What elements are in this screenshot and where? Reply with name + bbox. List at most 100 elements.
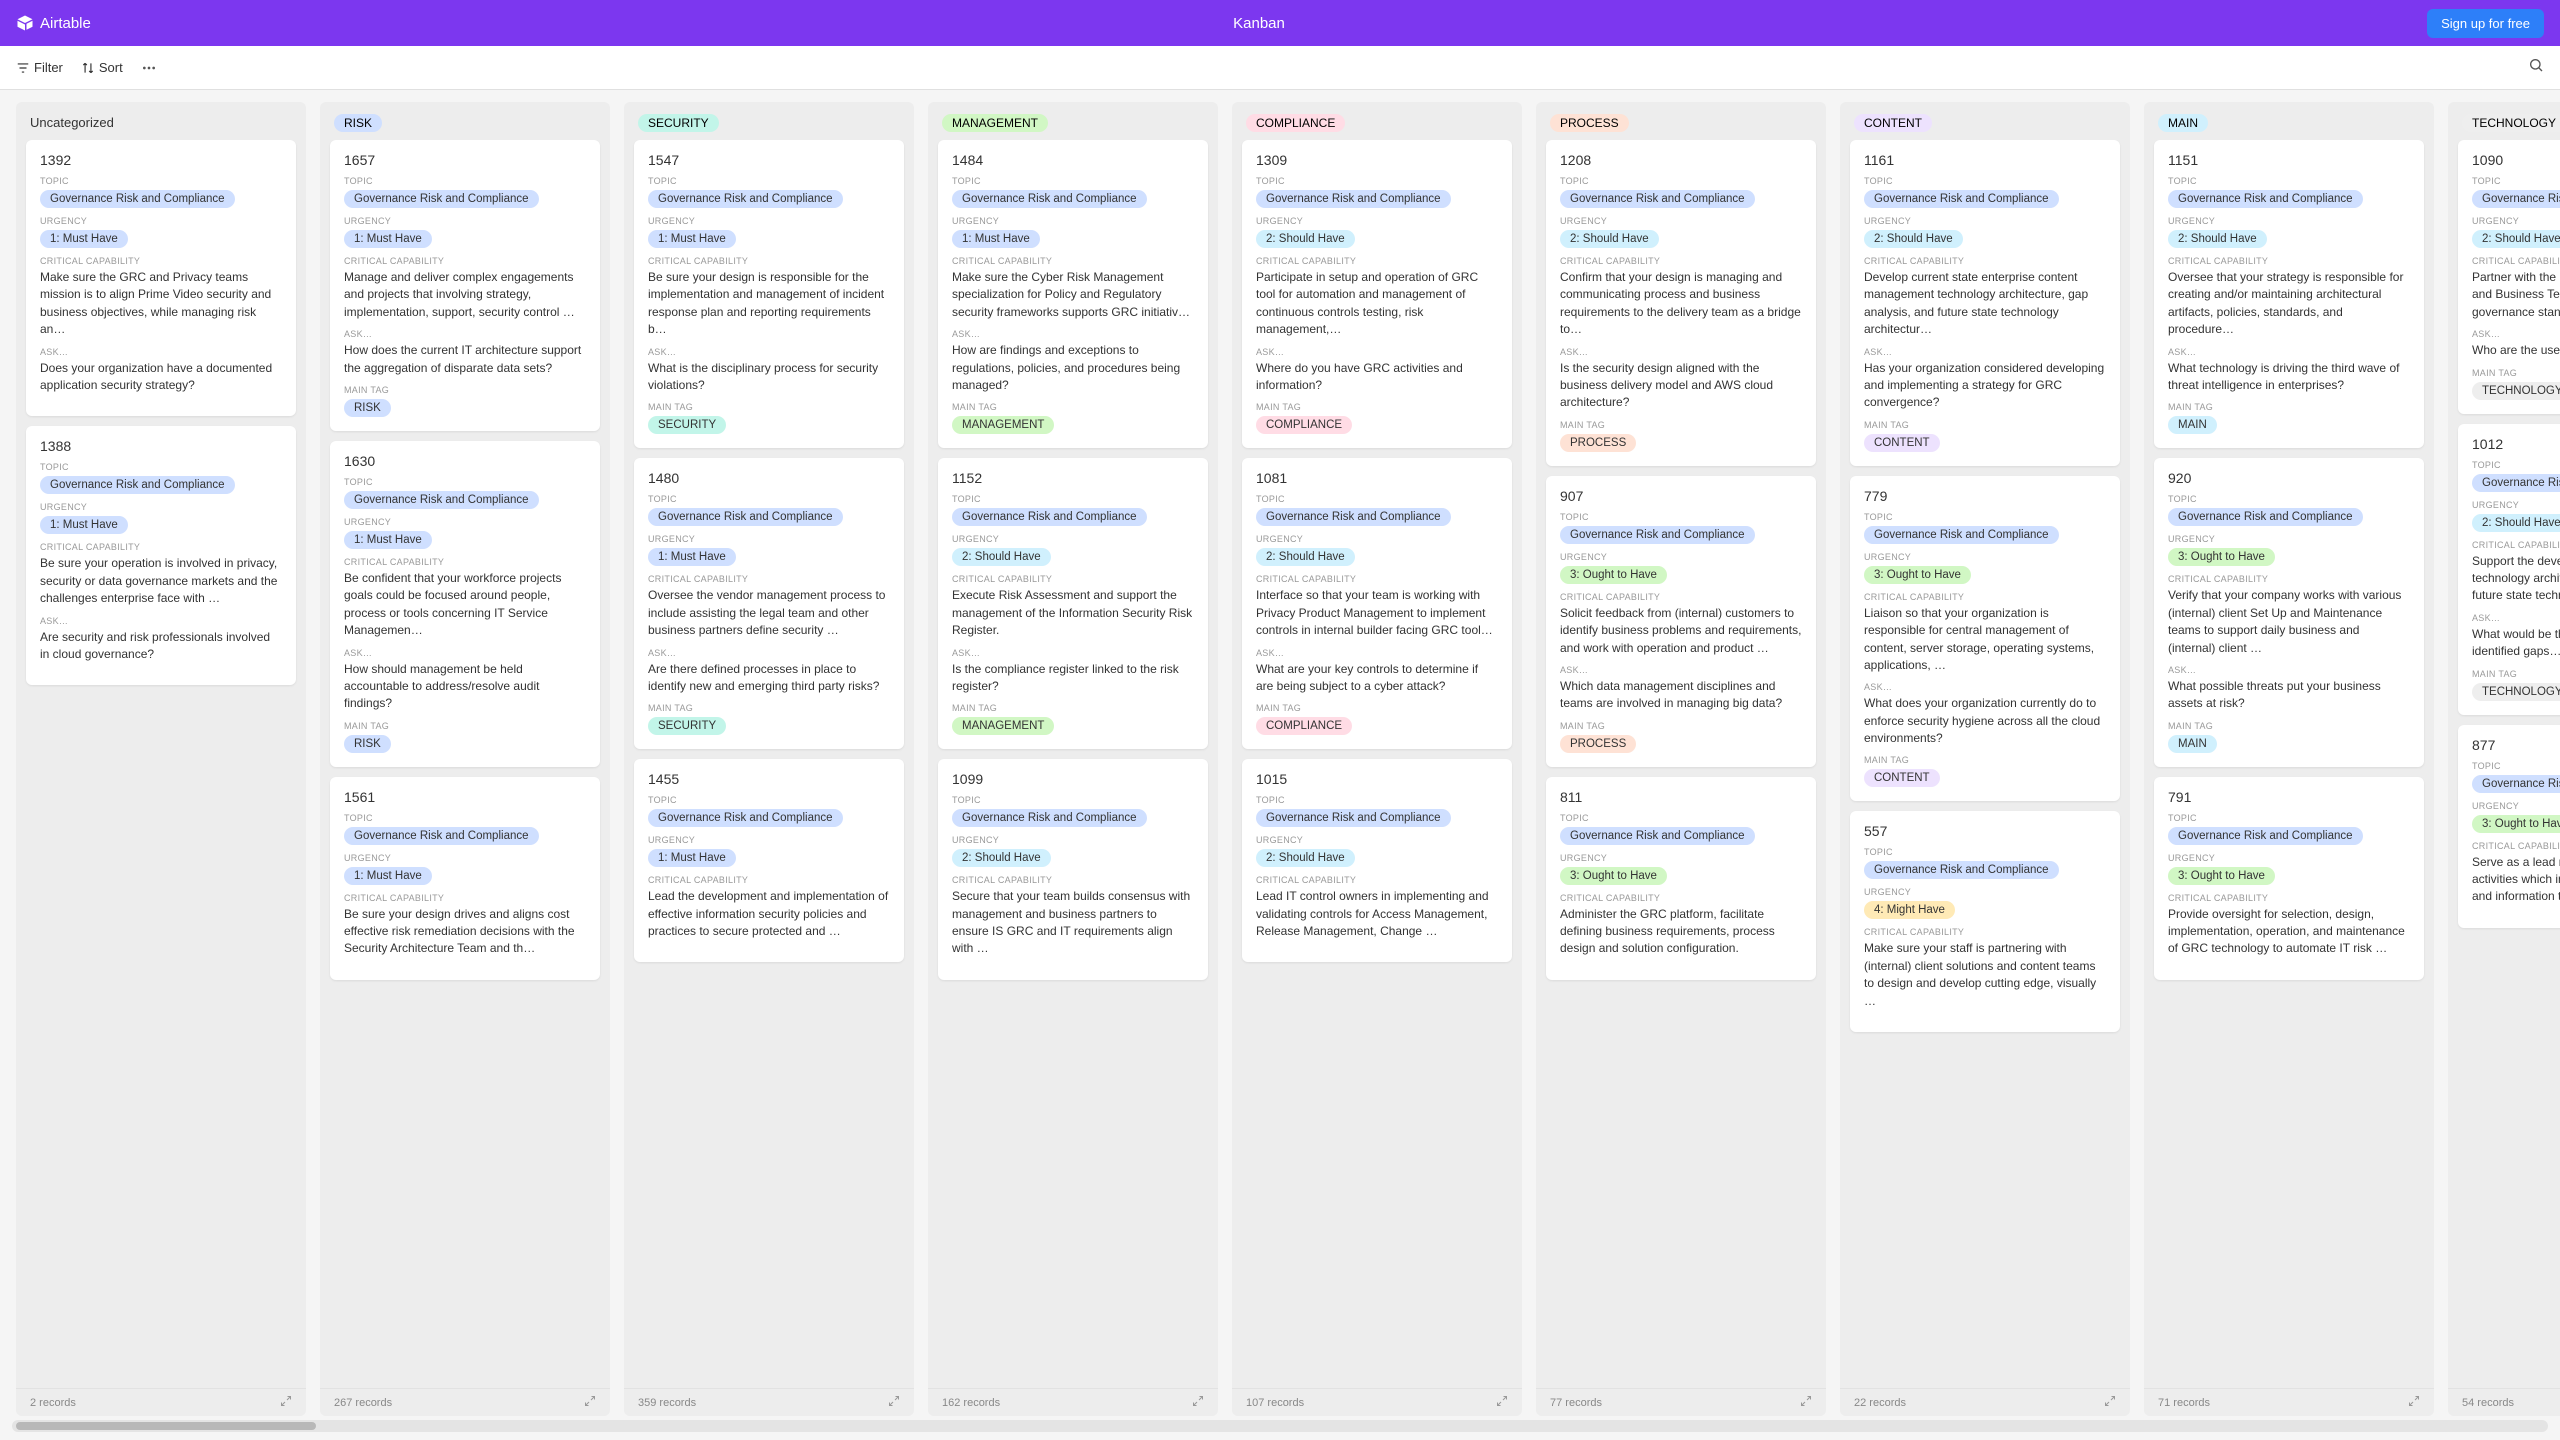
urgency-pill: 2: Should Have (952, 548, 1051, 566)
kanban-card[interactable]: 1309TOPICGovernance Risk and ComplianceU… (1242, 140, 1512, 448)
expand-column-button[interactable] (1800, 1395, 1812, 1410)
column-header[interactable]: CONTENT (1840, 102, 2130, 140)
kanban-card[interactable]: 877TOPICGovernance Risk and ComplianceUR… (2458, 725, 2560, 928)
card-id: 1657 (344, 152, 586, 168)
kanban-card[interactable]: 811TOPICGovernance Risk and ComplianceUR… (1546, 777, 1816, 980)
signup-button[interactable]: Sign up for free (2427, 9, 2544, 38)
column-scroll[interactable]: 1547TOPICGovernance Risk and ComplianceU… (624, 140, 914, 1388)
kanban-card[interactable]: 557TOPICGovernance Risk and ComplianceUR… (1850, 811, 2120, 1032)
column-header[interactable]: SECURITY (624, 102, 914, 140)
kanban-card[interactable]: 1012TOPICGovernance Risk and ComplianceU… (2458, 424, 2560, 715)
field-label: TOPIC (2168, 176, 2410, 186)
kanban-card[interactable]: 1480TOPICGovernance Risk and ComplianceU… (634, 458, 904, 749)
expand-column-button[interactable] (280, 1395, 292, 1410)
scroll-thumb[interactable] (16, 1422, 316, 1430)
board-scroll[interactable]: Uncategorized1392TOPICGovernance Risk an… (0, 90, 2560, 1416)
field-label: URGENCY (2472, 801, 2560, 811)
maintag-pill: MAIN (2168, 416, 2217, 434)
field-label: TOPIC (2472, 460, 2560, 470)
kanban-card[interactable]: 791TOPICGovernance Risk and ComplianceUR… (2154, 777, 2424, 980)
kanban-card[interactable]: 1388TOPICGovernance Risk and ComplianceU… (26, 426, 296, 685)
ask-text: Who are the users of the tool or technol… (2472, 342, 2560, 359)
filter-button[interactable]: Filter (16, 60, 63, 75)
urgency-pill: 2: Should Have (2168, 230, 2267, 248)
column-scroll[interactable]: 1090TOPICGovernance Risk and ComplianceU… (2448, 140, 2560, 1388)
field-label: ASK… (1864, 347, 2106, 357)
field-label: URGENCY (1256, 534, 1498, 544)
kanban-card[interactable]: 1161TOPICGovernance Risk and ComplianceU… (1850, 140, 2120, 466)
column-scroll[interactable]: 1392TOPICGovernance Risk and ComplianceU… (16, 140, 306, 1388)
field-label: ASK… (952, 648, 1194, 658)
ask-text: Are there defined processes in place to … (648, 661, 890, 696)
expand-column-button[interactable] (584, 1395, 596, 1410)
column-scroll[interactable]: 1484TOPICGovernance Risk and ComplianceU… (928, 140, 1218, 1388)
topic-pill: Governance Risk and Compliance (952, 809, 1147, 827)
more-button[interactable] (141, 60, 157, 76)
column-header[interactable]: MAIN (2144, 102, 2434, 140)
critical-text: Be sure your design is responsible for t… (648, 269, 890, 339)
expand-column-button[interactable] (2104, 1395, 2116, 1410)
card-id: 1392 (40, 152, 282, 168)
critical-text: Execute Risk Assessment and support the … (952, 587, 1194, 639)
column-scroll[interactable]: 1161TOPICGovernance Risk and ComplianceU… (1840, 140, 2130, 1388)
field-label: MAIN TAG (1864, 755, 2106, 765)
field-label: URGENCY (1560, 853, 1802, 863)
expand-column-button[interactable] (1496, 1395, 1508, 1410)
field-label: ASK… (1256, 648, 1498, 658)
column-tag: MANAGEMENT (942, 114, 1048, 132)
field-label: TOPIC (40, 462, 282, 472)
field-label: URGENCY (1256, 216, 1498, 226)
column-header[interactable]: COMPLIANCE (1232, 102, 1522, 140)
column-header[interactable]: MANAGEMENT (928, 102, 1218, 140)
sort-button[interactable]: Sort (81, 60, 123, 75)
kanban-card[interactable]: 779TOPICGovernance Risk and ComplianceUR… (1850, 476, 2120, 802)
column-scroll[interactable]: 1151TOPICGovernance Risk and ComplianceU… (2144, 140, 2434, 1388)
kanban-card[interactable]: 1561TOPICGovernance Risk and ComplianceU… (330, 777, 600, 980)
kanban-card[interactable]: 920TOPICGovernance Risk and ComplianceUR… (2154, 458, 2424, 766)
expand-column-button[interactable] (2408, 1395, 2420, 1410)
record-count: 54 records (2462, 1397, 2514, 1409)
search-icon (2528, 57, 2544, 73)
kanban-card[interactable]: 1630TOPICGovernance Risk and ComplianceU… (330, 441, 600, 767)
kanban-card[interactable]: 1099TOPICGovernance Risk and ComplianceU… (938, 759, 1208, 980)
column-scroll[interactable]: 1657TOPICGovernance Risk and ComplianceU… (320, 140, 610, 1388)
kanban-card[interactable]: 1081TOPICGovernance Risk and ComplianceU… (1242, 458, 1512, 749)
column-header[interactable]: Uncategorized (16, 102, 306, 140)
card-id: 1208 (1560, 152, 1802, 168)
field-label: URGENCY (648, 534, 890, 544)
field-label: URGENCY (1864, 216, 2106, 226)
kanban-card[interactable]: 1208TOPICGovernance Risk and ComplianceU… (1546, 140, 1816, 466)
kanban-card[interactable]: 1547TOPICGovernance Risk and ComplianceU… (634, 140, 904, 448)
topic-pill: Governance Risk and Compliance (2472, 190, 2560, 208)
kanban-card[interactable]: 1151TOPICGovernance Risk and ComplianceU… (2154, 140, 2424, 448)
kanban-card[interactable]: 1484TOPICGovernance Risk and ComplianceU… (938, 140, 1208, 448)
brand[interactable]: Airtable (16, 14, 91, 32)
field-label: MAIN TAG (1864, 420, 2106, 430)
expand-column-button[interactable] (888, 1395, 900, 1410)
column-header[interactable]: PROCESS (1536, 102, 1826, 140)
kanban-card[interactable]: 1015TOPICGovernance Risk and ComplianceU… (1242, 759, 1512, 962)
search-button[interactable] (2528, 57, 2544, 78)
critical-text: Serve as a lead resource for GRC program… (2472, 854, 2560, 906)
field-label: MAIN TAG (648, 703, 890, 713)
kanban-card[interactable]: 907TOPICGovernance Risk and ComplianceUR… (1546, 476, 1816, 767)
kanban-column: TECHNOLOGY1090TOPICGovernance Risk and C… (2448, 102, 2560, 1416)
kanban-card[interactable]: 1392TOPICGovernance Risk and ComplianceU… (26, 140, 296, 416)
horizontal-scrollbar[interactable] (0, 1416, 2560, 1438)
kanban-card[interactable]: 1657TOPICGovernance Risk and ComplianceU… (330, 140, 600, 431)
kanban-card[interactable]: 1152TOPICGovernance Risk and ComplianceU… (938, 458, 1208, 749)
field-label: CRITICAL CAPABILITY (40, 256, 282, 266)
ask-text: What is the disciplinary process for sec… (648, 360, 890, 395)
column-header[interactable]: TECHNOLOGY (2448, 102, 2560, 140)
kanban-card[interactable]: 1455TOPICGovernance Risk and ComplianceU… (634, 759, 904, 962)
field-label: MAIN TAG (952, 402, 1194, 412)
column-header[interactable]: RISK (320, 102, 610, 140)
kanban-card[interactable]: 1090TOPICGovernance Risk and ComplianceU… (2458, 140, 2560, 414)
field-label: MAIN TAG (2472, 368, 2560, 378)
column-scroll[interactable]: 1208TOPICGovernance Risk and ComplianceU… (1536, 140, 1826, 1388)
urgency-pill: 1: Must Have (40, 516, 128, 534)
column-tag: CONTENT (1854, 114, 1932, 132)
scroll-track (12, 1420, 2548, 1432)
column-scroll[interactable]: 1309TOPICGovernance Risk and ComplianceU… (1232, 140, 1522, 1388)
expand-column-button[interactable] (1192, 1395, 1204, 1410)
